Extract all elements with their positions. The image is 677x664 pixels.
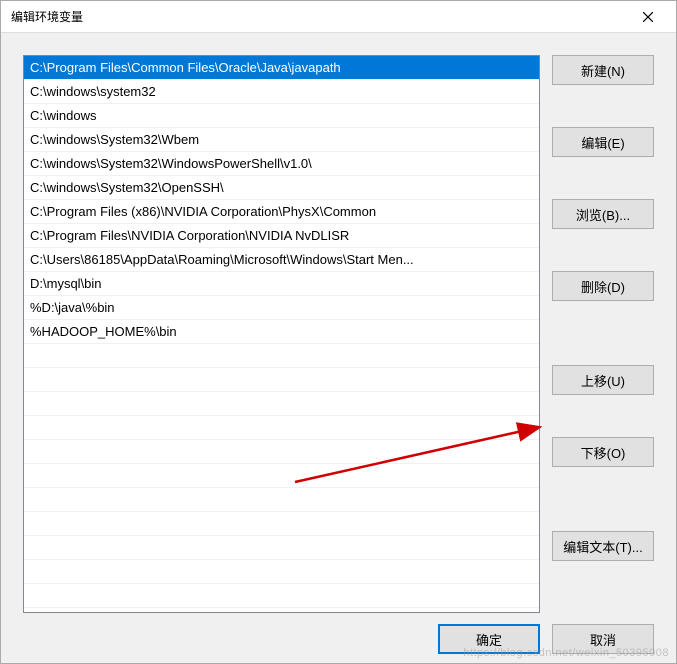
list-item[interactable]: C:\Program Files (x86)\NVIDIA Corporatio… (24, 200, 539, 224)
list-item[interactable]: C:\windows\system32 (24, 80, 539, 104)
content-area: C:\Program Files\Common Files\Oracle\Jav… (1, 33, 676, 615)
list-item[interactable] (24, 512, 539, 536)
delete-button[interactable]: 删除(D) (552, 271, 654, 301)
list-item[interactable] (24, 368, 539, 392)
list-item[interactable] (24, 440, 539, 464)
edit-button[interactable]: 编辑(E) (552, 127, 654, 157)
list-item[interactable] (24, 536, 539, 560)
list-item[interactable] (24, 392, 539, 416)
list-item[interactable] (24, 416, 539, 440)
list-item[interactable] (24, 488, 539, 512)
list-item[interactable]: %HADOOP_HOME%\bin (24, 320, 539, 344)
path-listbox[interactable]: C:\Program Files\Common Files\Oracle\Jav… (23, 55, 540, 613)
new-button[interactable]: 新建(N) (552, 55, 654, 85)
env-var-dialog: 编辑环境变量 C:\Program Files\Common Files\Ora… (0, 0, 677, 664)
moveup-button[interactable]: 上移(U) (552, 365, 654, 395)
side-button-panel: 新建(N) 编辑(E) 浏览(B)... 删除(D) 上移(U) 下移(O) 编… (552, 55, 654, 615)
list-item[interactable] (24, 344, 539, 368)
list-item[interactable]: C:\windows\System32\Wbem (24, 128, 539, 152)
list-item[interactable] (24, 464, 539, 488)
list-item[interactable]: C:\Program Files\Common Files\Oracle\Jav… (24, 56, 539, 80)
close-button[interactable] (628, 3, 668, 31)
list-item[interactable]: C:\Program Files\NVIDIA Corporation\NVID… (24, 224, 539, 248)
list-item[interactable]: %D:\java\%bin (24, 296, 539, 320)
list-item[interactable]: C:\windows (24, 104, 539, 128)
list-item[interactable]: D:\mysql\bin (24, 272, 539, 296)
edittext-button[interactable]: 编辑文本(T)... (552, 531, 654, 561)
titlebar: 编辑环境变量 (1, 1, 676, 33)
dialog-title: 编辑环境变量 (11, 8, 83, 25)
movedown-button[interactable]: 下移(O) (552, 437, 654, 467)
list-item[interactable]: C:\windows\System32\OpenSSH\ (24, 176, 539, 200)
list-item[interactable]: C:\Users\86185\AppData\Roaming\Microsoft… (24, 248, 539, 272)
list-item[interactable]: C:\windows\System32\WindowsPowerShell\v1… (24, 152, 539, 176)
browse-button[interactable]: 浏览(B)... (552, 199, 654, 229)
watermark-text: https://blog.csdn.net/weixin_50395008 (463, 647, 669, 659)
list-item[interactable] (24, 560, 539, 584)
list-item[interactable] (24, 584, 539, 608)
close-icon (643, 12, 653, 22)
